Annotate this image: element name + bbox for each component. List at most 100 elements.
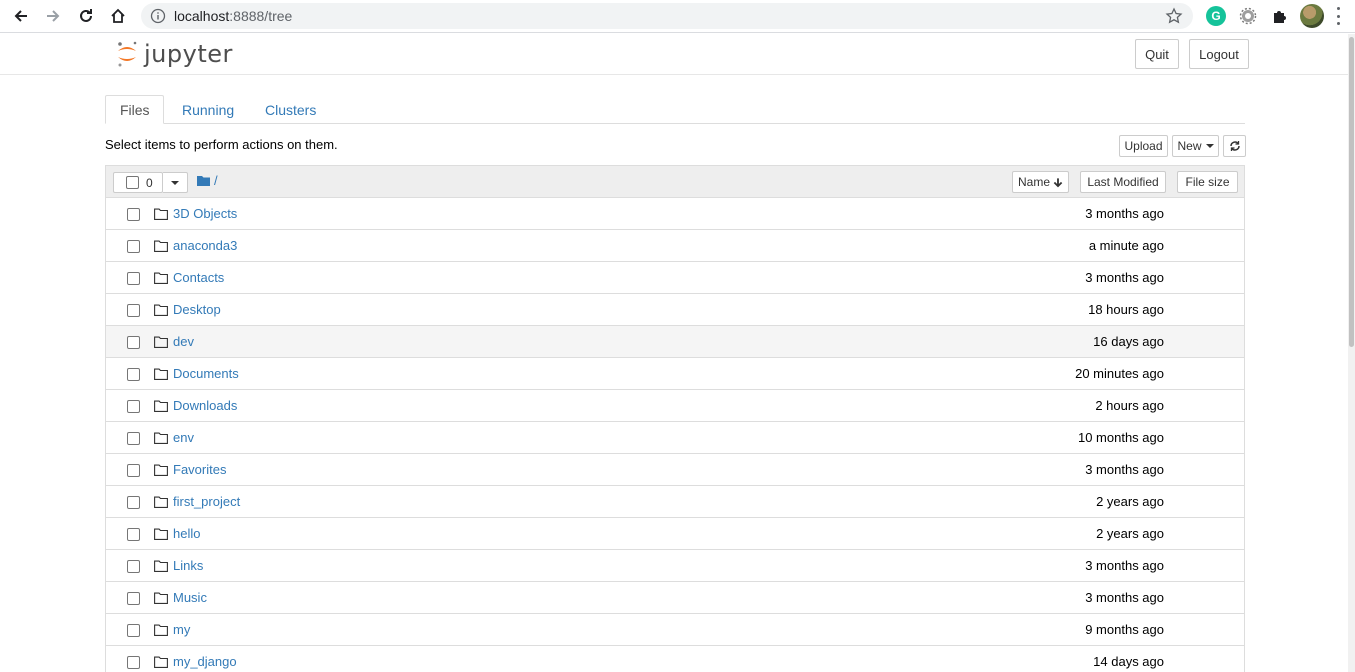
row-checkbox[interactable] [127, 336, 140, 349]
row-checkbox[interactable] [127, 560, 140, 573]
file-row[interactable]: Documents 20 minutes ago [106, 358, 1244, 390]
folder-icon[interactable] [197, 175, 210, 186]
browser-toolbar: localhost:8888/tree G [0, 0, 1355, 33]
arrow-down-icon [1053, 177, 1063, 187]
folder-link[interactable]: Favorites [173, 462, 226, 477]
last-modified: 20 minutes ago [1075, 366, 1164, 381]
home-button[interactable] [106, 4, 130, 28]
folder-link[interactable]: 3D Objects [173, 206, 237, 221]
file-row[interactable]: Downloads 2 hours ago [106, 390, 1244, 422]
selected-count: 0 [146, 176, 153, 190]
tab-clusters[interactable]: Clusters [251, 95, 330, 124]
quit-button[interactable]: Quit [1135, 39, 1179, 69]
address-bar[interactable]: localhost:8888/tree [141, 3, 1193, 29]
back-arrow-icon [14, 10, 27, 22]
file-row[interactable]: Favorites 3 months ago [106, 454, 1244, 486]
refresh-button[interactable] [1223, 135, 1246, 157]
row-checkbox[interactable] [127, 624, 140, 637]
row-checkbox[interactable] [127, 304, 140, 317]
file-row[interactable]: first_project 2 years ago [106, 486, 1244, 518]
row-checkbox[interactable] [127, 272, 140, 285]
row-checkbox[interactable] [127, 432, 140, 445]
file-row[interactable]: my_django 14 days ago [106, 646, 1244, 672]
row-checkbox[interactable] [127, 528, 140, 541]
folder-outline-icon [154, 496, 168, 508]
url-path: :8888/tree [229, 8, 293, 24]
breadcrumb-root[interactable]: / [214, 173, 218, 188]
browser-menu-icon[interactable] [1336, 7, 1340, 25]
jupyter-header: jupyter Quit Logout [0, 34, 1355, 75]
info-icon[interactable] [150, 8, 166, 24]
sort-by-name-button[interactable]: Name [1012, 171, 1069, 193]
file-row[interactable]: my 9 months ago [106, 614, 1244, 646]
folder-link[interactable]: my [173, 622, 190, 637]
select-all-box[interactable]: 0 [113, 172, 163, 193]
folder-outline-icon [154, 592, 168, 604]
bookmark-star-icon[interactable] [1165, 7, 1183, 25]
logo-text: jupyter [144, 40, 233, 68]
reload-button[interactable] [74, 4, 98, 28]
folder-link[interactable]: hello [173, 526, 200, 541]
last-modified: 18 hours ago [1088, 302, 1164, 317]
file-row[interactable]: Music 3 months ago [106, 582, 1244, 614]
select-dropdown-button[interactable] [163, 172, 188, 193]
file-row[interactable]: Links 3 months ago [106, 550, 1244, 582]
sort-by-modified-button[interactable]: Last Modified [1080, 171, 1166, 193]
chevron-down-icon [171, 180, 179, 185]
new-label: New [1177, 139, 1202, 153]
upload-button[interactable]: Upload [1119, 135, 1168, 157]
grammarly-extension-icon[interactable]: G [1206, 6, 1226, 26]
profile-avatar[interactable] [1300, 4, 1324, 28]
folder-link[interactable]: dev [173, 334, 194, 349]
row-checkbox[interactable] [127, 496, 140, 509]
refresh-icon [1229, 141, 1240, 151]
tab-files[interactable]: Files [105, 95, 164, 124]
folder-outline-icon [154, 208, 168, 220]
puzzle-icon [1274, 11, 1286, 23]
new-dropdown-button[interactable]: New [1172, 135, 1219, 157]
folder-link[interactable]: Music [173, 590, 207, 605]
row-checkbox[interactable] [127, 464, 140, 477]
folder-outline-icon [154, 336, 168, 348]
folder-outline-icon [154, 528, 168, 540]
file-row[interactable]: Contacts 3 months ago [106, 262, 1244, 294]
folder-outline-icon [154, 432, 168, 444]
row-checkbox[interactable] [127, 208, 140, 221]
settings-extension-icon[interactable] [1238, 6, 1258, 26]
folder-link[interactable]: anaconda3 [173, 238, 237, 253]
row-checkbox[interactable] [127, 400, 140, 413]
row-checkbox[interactable] [127, 240, 140, 253]
folder-link[interactable]: Downloads [173, 398, 237, 413]
forward-button[interactable] [41, 4, 65, 28]
last-modified: 16 days ago [1093, 334, 1164, 349]
row-checkbox[interactable] [127, 592, 140, 605]
folder-link[interactable]: Links [173, 558, 203, 573]
file-row[interactable]: anaconda3 a minute ago [106, 230, 1244, 262]
folder-link[interactable]: my_django [173, 654, 237, 669]
folder-outline-icon [154, 240, 168, 252]
folder-outline-icon [154, 368, 168, 380]
file-row[interactable]: Desktop 18 hours ago [106, 294, 1244, 326]
file-row[interactable]: dev 16 days ago [106, 326, 1244, 358]
back-button[interactable] [9, 4, 33, 28]
folder-link[interactable]: first_project [173, 494, 240, 509]
folder-link[interactable]: env [173, 430, 194, 445]
file-list: 0 / Name Last Modified File size 3D Obje… [105, 165, 1245, 672]
page-scrollbar-thumb[interactable] [1349, 37, 1354, 347]
folder-outline-icon [154, 624, 168, 636]
folder-link[interactable]: Documents [173, 366, 239, 381]
row-checkbox[interactable] [127, 368, 140, 381]
file-row[interactable]: env 10 months ago [106, 422, 1244, 454]
last-modified: 3 months ago [1085, 206, 1164, 221]
jupyter-logo[interactable]: jupyter [116, 39, 233, 69]
folder-link[interactable]: Desktop [173, 302, 221, 317]
row-checkbox[interactable] [127, 656, 140, 669]
extensions-button[interactable] [1270, 6, 1290, 26]
file-row[interactable]: hello 2 years ago [106, 518, 1244, 550]
folder-link[interactable]: Contacts [173, 270, 224, 285]
logout-button[interactable]: Logout [1189, 39, 1249, 69]
file-row[interactable]: 3D Objects 3 months ago [106, 198, 1244, 230]
select-all-checkbox[interactable] [126, 176, 139, 189]
sort-by-size-button[interactable]: File size [1177, 171, 1238, 193]
tab-running[interactable]: Running [168, 95, 248, 124]
